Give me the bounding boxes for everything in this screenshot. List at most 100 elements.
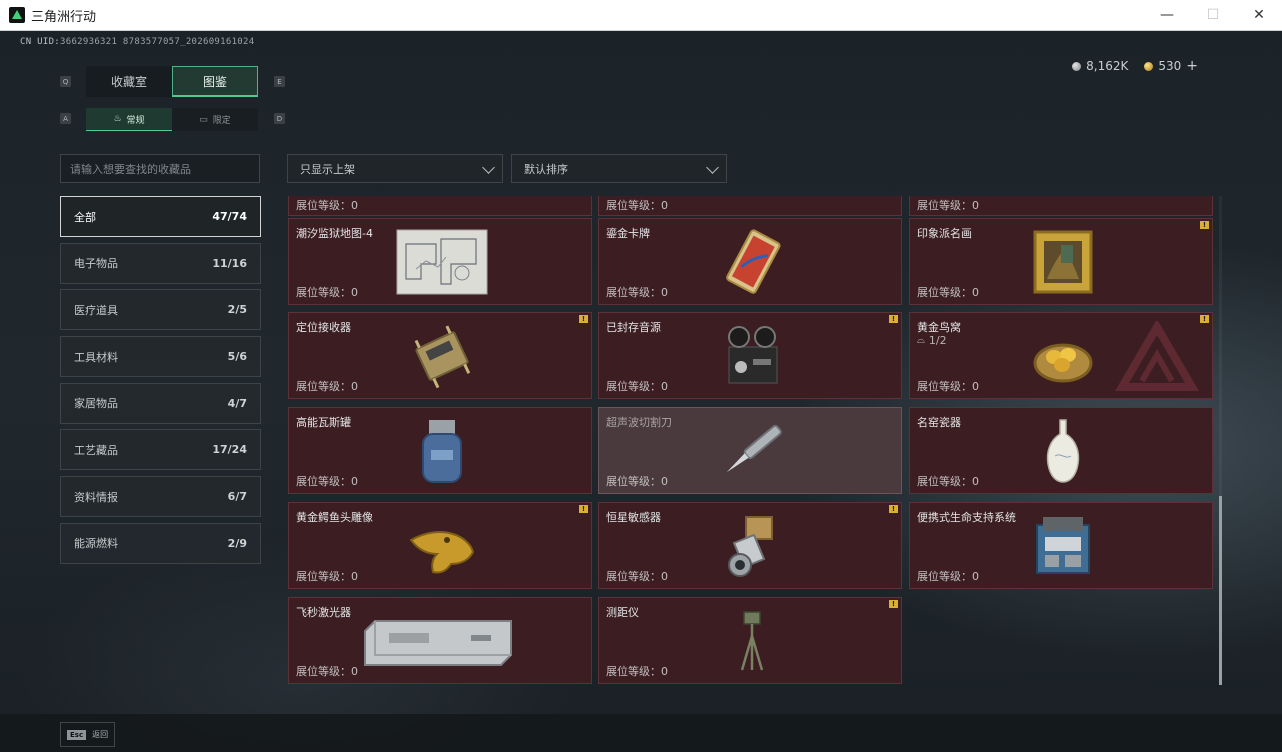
tab-regular-label: 常规 xyxy=(126,115,145,126)
tab-collection-room[interactable]: 收藏室 xyxy=(86,66,172,97)
tab-limited[interactable]: ▭ 限定 xyxy=(172,108,258,131)
key-hint-a: A xyxy=(60,113,71,124)
item-name: 定位接收器 xyxy=(296,321,351,334)
item-card-partial[interactable]: 展位等级：0 xyxy=(909,196,1213,216)
item-card[interactable]: 高能瓦斯罐 展位等级：0 xyxy=(288,407,592,494)
key-hint-d: D xyxy=(274,113,285,124)
grid-scrollbar[interactable] xyxy=(1219,196,1222,685)
tab-regular[interactable]: ♨ 常规 xyxy=(86,108,172,131)
minimize-button[interactable]: — xyxy=(1144,0,1190,31)
booth-level: 展位等级：0 xyxy=(917,475,979,488)
close-button[interactable]: ✕ xyxy=(1236,0,1282,31)
booth-level: 展位等级：0 xyxy=(606,665,668,678)
locator-receiver-icon xyxy=(389,319,494,393)
item-card[interactable]: 测距仪 ! 展位等级：0 xyxy=(598,597,902,684)
main-tabs: 收藏室 图鉴 xyxy=(86,66,258,97)
category-intel[interactable]: 资料情报 6/7 xyxy=(60,476,261,518)
femtosecond-laser-icon xyxy=(359,604,519,678)
item-progress-value: 1/2 xyxy=(928,334,947,347)
uid-prefix: CN UID: xyxy=(20,37,61,47)
item-name: 黄金鳄鱼头雕像 xyxy=(296,511,373,524)
ultrasonic-cutter-icon xyxy=(699,414,804,488)
window-titlebar: 三角洲行动 — ☐ ✕ xyxy=(0,0,1282,31)
gilded-card-icon xyxy=(699,225,804,299)
booth-level: 展位等级：0 xyxy=(296,286,358,299)
booth-level: 展位等级：0 xyxy=(606,570,668,583)
item-name: 测距仪 xyxy=(606,606,639,619)
category-count: 17/24 xyxy=(212,443,247,457)
search-input[interactable]: 请输入想要查找的收藏品 xyxy=(60,154,260,183)
item-card-partial[interactable]: 展位等级：0 xyxy=(288,196,592,216)
item-card[interactable]: 飞秒激光器 展位等级：0 xyxy=(288,597,592,684)
item-card[interactable]: 黄金鳄鱼头雕像 ! 展位等级：0 xyxy=(288,502,592,589)
item-card[interactable]: 已封存音源 ! 展位等级：0 xyxy=(598,312,902,399)
maximize-button[interactable]: ☐ xyxy=(1190,0,1236,31)
category-crafts[interactable]: 工艺藏品 17/24 xyxy=(60,429,261,471)
prison-map-icon xyxy=(389,225,494,299)
booth-level: 展位等级：0 xyxy=(296,475,358,488)
scrollbar-thumb[interactable] xyxy=(1219,496,1222,685)
app-logo-icon xyxy=(9,7,25,23)
bottom-bar xyxy=(0,714,1282,752)
category-all[interactable]: 全部 47/74 xyxy=(60,196,261,237)
booth-level: 展位等级：0 xyxy=(917,199,979,212)
item-card[interactable]: 便携式生命支持系统 展位等级：0 xyxy=(909,502,1213,589)
item-name: 超声波切割刀 xyxy=(606,416,672,429)
porcelain-vase-icon xyxy=(1010,414,1115,488)
item-card-partial[interactable]: 展位等级：0 xyxy=(598,196,902,216)
key-hint-q: Q xyxy=(60,76,71,87)
category-count: 11/16 xyxy=(212,256,247,270)
item-name: 恒星敏感器 xyxy=(606,511,661,524)
item-name: 潮汐监狱地图-4 xyxy=(296,227,373,240)
item-name: 飞秒激光器 xyxy=(296,606,351,619)
category-count: 47/74 xyxy=(212,210,247,223)
category-label: 医疗道具 xyxy=(74,303,118,317)
item-card[interactable]: 黄金鸟窝 ⌓ 1/2 ! 展位等级：0 xyxy=(909,312,1213,399)
rangefinder-icon xyxy=(699,604,804,678)
add-currency-button[interactable]: + xyxy=(1186,58,1198,74)
filter-dropdown[interactable]: 只显示上架 xyxy=(287,154,503,183)
star-sensor-icon xyxy=(699,509,804,583)
tab-codex[interactable]: 图鉴 xyxy=(172,66,258,97)
sort-dropdown[interactable]: 默认排序 xyxy=(511,154,727,183)
category-tools[interactable]: 工具材料 5/6 xyxy=(60,336,261,378)
player-uid: CN UID:3662936321 8783577057_20260916102… xyxy=(20,37,254,47)
window-title: 三角洲行动 xyxy=(31,9,97,25)
item-card[interactable]: 名窑瓷器 展位等级：0 xyxy=(909,407,1213,494)
item-name: 印象派名画 xyxy=(917,227,972,240)
booth-level: 展位等级：0 xyxy=(917,570,979,583)
item-card[interactable]: 鎏金卡牌 展位等级：0 xyxy=(598,218,902,305)
item-grid: 展位等级：0 展位等级：0 展位等级：0 潮汐监狱地图-4 展位等级：0 鎏金卡… xyxy=(287,196,1217,685)
booth-level: 展位等级：0 xyxy=(296,380,358,393)
back-button[interactable]: Esc 返回 xyxy=(60,722,116,747)
chevron-down-icon xyxy=(706,161,719,174)
item-card[interactable]: 潮汐监狱地图-4 展位等级：0 xyxy=(288,218,592,305)
category-household[interactable]: 家居物品 4/7 xyxy=(60,382,261,424)
esc-key-hint: Esc xyxy=(67,729,87,740)
window-controls: — ☐ ✕ xyxy=(1144,0,1282,31)
game-watermark-icon xyxy=(1115,321,1199,391)
chevron-down-icon xyxy=(482,161,495,174)
life-support-icon xyxy=(1010,509,1115,583)
uid-value: 3662936321 8783577057_202609161024 xyxy=(60,37,255,47)
booth-level: 展位等级：0 xyxy=(917,380,979,393)
gold-amount: 530 xyxy=(1158,59,1182,73)
new-badge: ! xyxy=(889,315,898,323)
item-card[interactable]: 超声波切割刀 展位等级：0 xyxy=(598,407,902,494)
item-name: 已封存音源 xyxy=(606,321,661,334)
category-electronics[interactable]: 电子物品 11/16 xyxy=(60,242,261,284)
item-progress: ⌓ 1/2 xyxy=(917,334,947,347)
gas-canister-icon xyxy=(389,414,494,488)
game-viewport: CN UID:3662936321 8783577057_20260916102… xyxy=(0,31,1282,752)
category-label: 工艺藏品 xyxy=(74,443,118,457)
ticket-icon: ▭ xyxy=(199,114,208,125)
new-badge: ! xyxy=(889,600,898,608)
item-card[interactable]: 定位接收器 ! 展位等级：0 xyxy=(288,312,592,399)
item-card[interactable]: 印象派名画 ! 展位等级：0 xyxy=(909,218,1213,305)
category-energy[interactable]: 能源燃料 2/9 xyxy=(60,522,261,564)
category-medical[interactable]: 医疗道具 2/5 xyxy=(60,289,261,331)
booth-level: 展位等级：0 xyxy=(296,665,358,678)
item-card[interactable]: 恒星敏感器 ! 展位等级：0 xyxy=(598,502,902,589)
category-label: 能源燃料 xyxy=(74,537,118,551)
item-name: 鎏金卡牌 xyxy=(606,227,650,240)
